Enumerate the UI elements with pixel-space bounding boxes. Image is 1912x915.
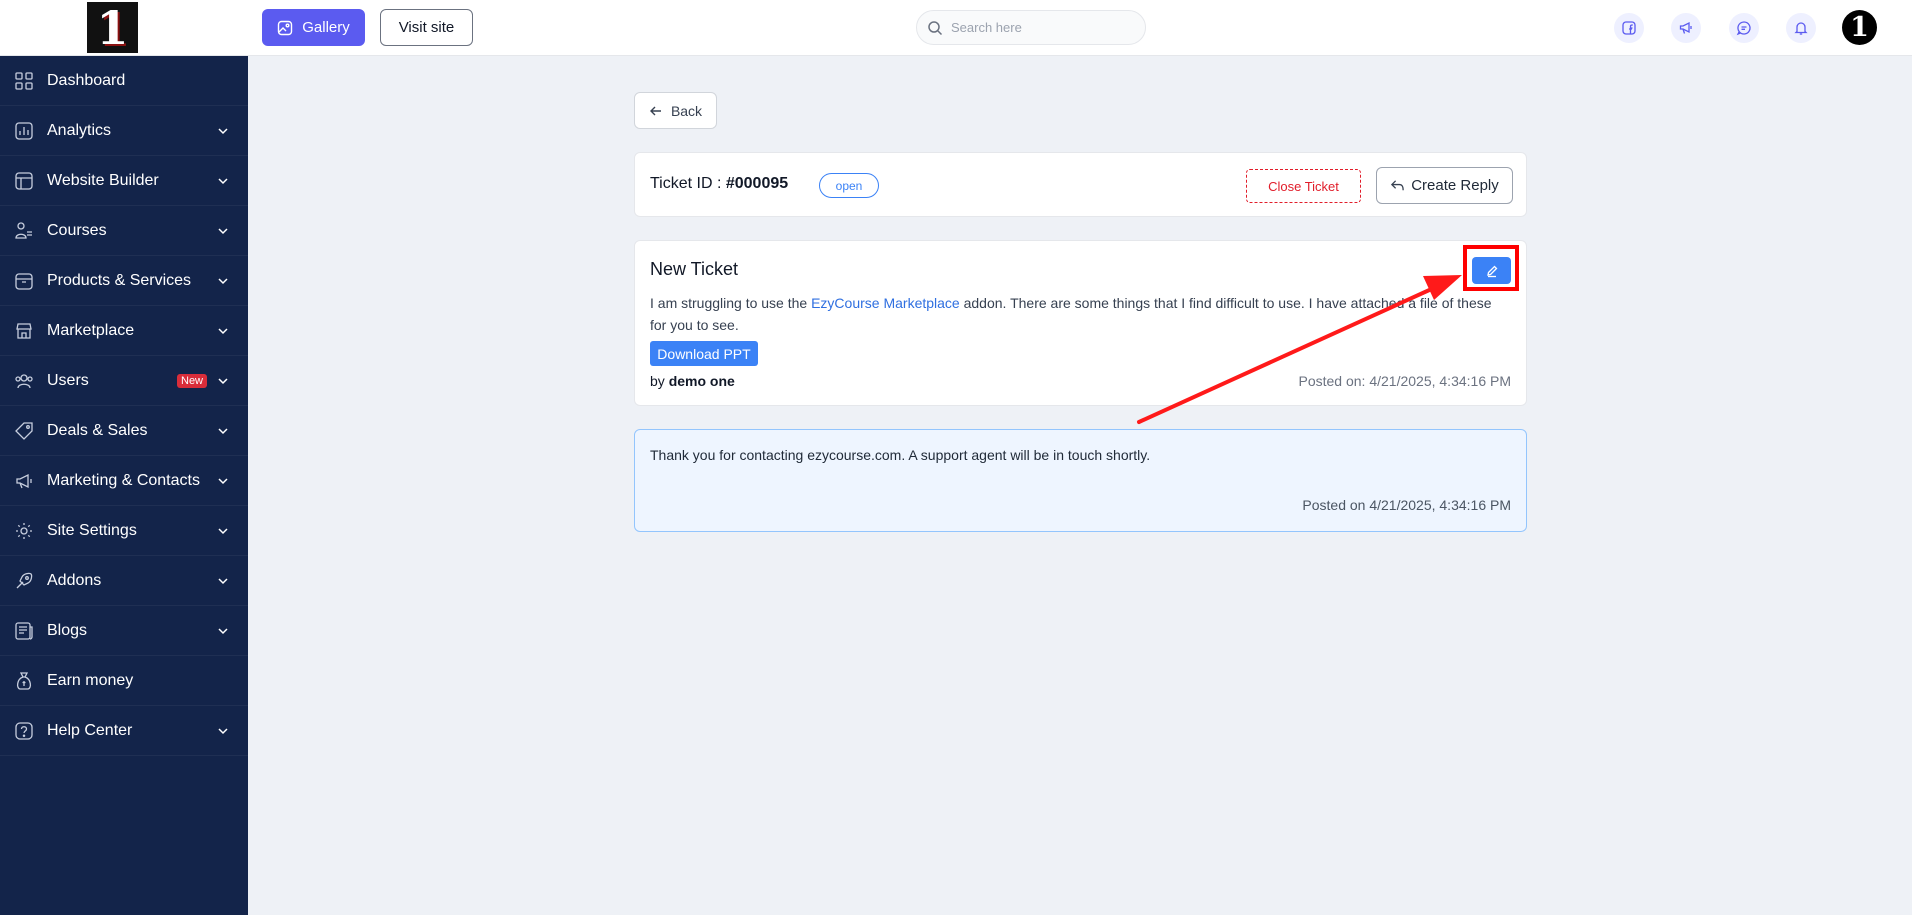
reply-posted-date: Posted on 4/21/2025, 4:34:16 PM [1302,497,1511,513]
bell-icon[interactable] [1786,13,1816,43]
sidebar-item-label: Website Builder [47,171,159,189]
chevron-down-icon [218,628,228,635]
search-box[interactable] [916,10,1146,45]
gallery-icon [278,20,293,35]
sidebar-item-label: Analytics [47,121,112,139]
chevron-down-icon [218,128,228,135]
new-badge: New [177,374,208,388]
sidebar-item-label: Earn money [47,671,134,689]
sidebar-item-analytics[interactable]: Analytics [0,106,248,156]
sidebar-item-label: Marketplace [47,321,135,339]
website-builder-icon [15,172,33,190]
chevron-down-icon [218,178,228,185]
help-icon [15,722,33,740]
addons-icon [16,572,33,589]
gear-icon [16,523,32,539]
marketplace-icon [16,323,32,339]
sidebar-item-help-center[interactable]: Help Center [0,706,248,756]
sidebar-item-label: Dashboard [47,71,126,89]
sidebar-item-earn-money[interactable]: Earn money [0,656,248,706]
sidebar-item-label: Site Settings [47,521,137,539]
sidebar-item-label: Blogs [47,621,88,639]
chevron-down-icon [218,478,228,485]
sidebar-item-dashboard[interactable]: Dashboard [0,56,248,106]
reply-text: Thank you for contacting ezycourse.com. … [650,447,1151,463]
sidebar-item-label: Marketing & Contacts [47,471,200,489]
message-title: New Ticket [650,259,739,279]
status-badge: open [819,173,879,198]
message-posted-date: Posted on: 4/21/2025, 4:34:16 PM [1298,373,1512,389]
ticket-header: Ticket ID : #000095 open Close Ticket Cr… [634,152,1527,217]
download-ppt-button[interactable]: Download PPT [650,341,758,366]
gallery-button[interactable]: Gallery [262,9,365,46]
sidebar-item-products-services[interactable]: Products & Services [0,256,248,306]
ticket-message: New Ticket I am struggling to use the Ez… [634,240,1527,406]
message-author: by demo one [650,373,735,389]
sidebar-item-label: Courses [47,221,107,239]
sidebar-item-label: Users [47,371,89,389]
user-avatar[interactable]: 1 [1842,10,1877,45]
sidebar-item-label: Deals & Sales [47,421,148,439]
chevron-down-icon [218,378,228,385]
message-text: I am struggling to use the EzyCourse Mar… [650,295,1492,333]
chevron-down-icon [218,428,228,435]
chevron-down-icon [218,328,228,335]
sidebar-item-label: Help Center [47,721,133,739]
sidebar-item-marketplace[interactable]: Marketplace [0,306,248,356]
chevron-down-icon [218,228,228,235]
dashboard-icon [15,72,33,90]
search-input[interactable] [951,20,1131,35]
sidebar-item-label: Products & Services [47,271,192,289]
chevron-down-icon [218,528,228,535]
products-icon [15,273,33,290]
sidebar: Dashboard Analytics Website Builder Cour… [0,56,248,915]
analytics-icon [15,122,33,140]
ticket-id: Ticket ID : #000095 [650,175,789,192]
sidebar-item-addons[interactable]: Addons [0,556,248,606]
back-button[interactable]: Back [634,92,717,129]
auto-reply-message: Thank you for contacting ezycourse.com. … [634,429,1527,532]
sidebar-item-marketing-contacts[interactable]: Marketing & Contacts [0,456,248,506]
chevron-down-icon [218,728,228,735]
megaphone-icon[interactable] [1671,13,1701,43]
sidebar-item-blogs[interactable]: Blogs [0,606,248,656]
tag-icon [15,422,33,440]
courses-icon [15,222,32,239]
facebook-icon[interactable] [1614,13,1644,43]
megaphone-icon [16,473,32,489]
create-reply-button[interactable]: Create Reply [1376,167,1513,204]
search-icon [928,20,943,35]
chat-icon[interactable] [1729,13,1759,43]
money-bag-icon [16,672,32,690]
close-ticket-button[interactable]: Close Ticket [1246,169,1361,203]
sidebar-item-site-settings[interactable]: Site Settings [0,506,248,556]
visit-site-button[interactable]: Visit site [380,9,473,46]
users-icon [15,374,33,389]
top-bar: 1 Gallery Visit site 1 [0,0,1912,56]
chevron-down-icon [218,278,228,285]
marketplace-link[interactable]: EzyCourse Marketplace [811,295,960,311]
blogs-icon [15,622,33,640]
sidebar-item-courses[interactable]: Courses [0,206,248,256]
chevron-down-icon [218,578,228,585]
sidebar-item-users[interactable]: Users New [0,356,248,406]
reply-icon [1391,180,1404,191]
site-logo[interactable]: 1 [87,2,138,53]
sidebar-item-deals-sales[interactable]: Deals & Sales [0,406,248,456]
sidebar-item-label: Addons [47,571,102,589]
sidebar-item-website-builder[interactable]: Website Builder [0,156,248,206]
arrow-left-icon [649,106,661,115]
annotation-highlight-box [1463,245,1519,291]
